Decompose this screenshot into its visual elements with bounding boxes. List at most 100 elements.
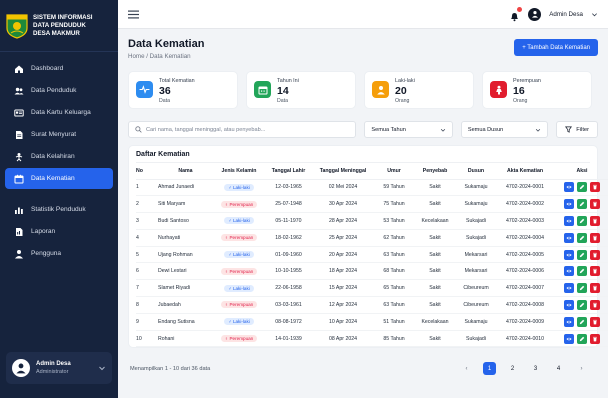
menu-icon[interactable] [128,10,139,19]
col-header: Tanggal Lahir [265,163,312,180]
sidebar-item-laporan[interactable]: Laporan [5,221,113,242]
cell-akta: 4702-2024-0004 [496,229,554,247]
chevron-down-icon[interactable] [591,11,598,18]
delete-button[interactable] [590,199,600,210]
main-content: Data Kematian Home / Data Kematian + Tam… [118,29,608,398]
add-death-record-button[interactable]: + Tambah Data Kematian [514,39,598,56]
edit-button[interactable] [577,232,587,243]
funnel-icon [565,126,573,133]
delete-button[interactable] [590,182,600,193]
cell-penyebab: Sakit [414,246,456,264]
edit-button[interactable] [577,182,587,193]
user-role: Administrator [36,369,69,375]
sidebar-item-dashboard[interactable]: Dashboard [5,58,113,79]
notification-button[interactable] [509,6,523,21]
breadcrumb[interactable]: Home / Data Kematian [128,53,204,60]
pagination-page[interactable]: 1 [483,362,496,375]
sidebar-user-card[interactable]: Admin Desa Administrator [6,352,112,384]
sidebar-item-kartu-keluarga[interactable]: Data Kartu Keluarga [5,102,113,123]
page-title: Data Kematian [128,38,205,50]
cell-dusun: Cibeureum [456,279,496,298]
eye-icon [566,337,572,340]
stat-label: Total Kematian [159,78,195,84]
edit-button[interactable] [577,249,587,260]
sidebar-item-data-kelahiran[interactable]: Data Kelahiran [5,146,113,167]
edit-button[interactable] [577,299,587,310]
delete-button[interactable] [590,215,600,226]
sidebar-item-data-penduduk[interactable]: Data Penduduk [5,80,113,101]
delete-button[interactable] [590,299,600,310]
search-box[interactable] [128,121,357,138]
cell-tanggal-meninggal: 25 Apr 2024 [312,229,374,247]
gender-label: Laki-laki [232,218,250,224]
stat-value: 16 [513,85,525,97]
cell-nama: Slamet Riyadi [158,279,213,298]
table-body: 1 Ahmad Junaedi ♂ Laki-laki 12-03-1965 02 Me… [136,179,608,348]
view-button[interactable] [564,266,574,277]
bar-chart-icon [15,207,23,214]
cell-nama: Ahmad Junaedi [158,179,213,197]
view-button[interactable] [564,232,574,243]
sidebar-item-surat-menyurat[interactable]: Surat Menyurat [5,124,113,145]
notification-badge [517,6,523,12]
year-select[interactable]: Semua Tahun [364,121,453,138]
edit-button[interactable] [577,215,587,226]
pagination-next[interactable]: › [575,362,588,375]
delete-button[interactable] [590,333,600,344]
sidebar-item-data-kematian[interactable]: Data Kematian [5,168,113,189]
cell-penyebab: Sakit [414,229,456,247]
sidebar-item-pengguna[interactable]: Pengguna [5,243,113,264]
cell-tanggal-lahir: 18-02-1962 [265,229,312,247]
delete-button[interactable] [590,232,600,243]
delete-button[interactable] [590,283,600,294]
cell-tanggal-lahir: 25-07-1948 [265,195,312,214]
cell-tanggal-lahir: 08-08-1972 [265,313,312,331]
female-icon: ♀ [224,336,229,342]
view-button[interactable] [564,182,574,193]
search-icon [135,126,142,133]
delete-button[interactable] [590,249,600,260]
sidebar-item-statistik[interactable]: Statistik Penduduk [5,199,113,220]
view-button[interactable] [564,215,574,226]
topbar-user-name[interactable]: Admin Desa [549,11,583,18]
col-header: Dusun [456,163,496,180]
stats-row: Total Kematian 36 Data Tahun Ini 14 Data [128,71,598,109]
cell-aksi [554,212,608,230]
home-icon [15,65,23,73]
edit-button[interactable] [577,266,587,277]
cell-tanggal-meninggal: 20 Apr 2024 [312,246,374,264]
male-icon: ♂ [228,184,232,190]
view-button[interactable] [564,199,574,210]
edit-button[interactable] [577,333,587,344]
pagination-prev[interactable]: ‹ [460,362,473,375]
pulse-icon [136,81,153,98]
brand[interactable]: SISTEM INFORMASI DATA PENDUDUK DESA MAKM… [0,0,118,52]
filter-button[interactable]: Filter [556,121,598,138]
cell-umur: 63 Tahun [374,246,414,264]
cell-nama: Jubaedah [158,296,213,314]
chevron-down-icon [536,128,541,132]
view-button[interactable] [564,283,574,294]
search-input[interactable] [146,126,346,133]
edit-button[interactable] [577,283,587,294]
col-header: Akta Kematian [496,163,554,180]
view-button[interactable] [564,333,574,344]
delete-button[interactable] [590,266,600,277]
user-name: Admin Desa [36,361,71,367]
eye-icon [566,236,572,240]
view-button[interactable] [564,316,574,327]
view-button[interactable] [564,249,574,260]
pagination-page[interactable]: 3 [529,362,542,375]
edit-button[interactable] [577,316,587,327]
view-button[interactable] [564,299,574,310]
pagination-page[interactable]: 2 [506,362,519,375]
avatar [12,359,30,377]
cell-tanggal-meninggal: 28 Apr 2024 [312,212,374,230]
edit-button[interactable] [577,199,587,210]
topbar-avatar[interactable] [528,7,542,21]
cell-jenis-kelamin: ♂ Laki-laki [213,246,265,264]
dusun-select[interactable]: Semua Dusun [460,121,549,138]
delete-button[interactable] [590,316,600,327]
pagination-page[interactable]: 4 [552,362,565,375]
pagination-summary: Menampilkan 1 - 10 dari 36 data [130,365,211,372]
